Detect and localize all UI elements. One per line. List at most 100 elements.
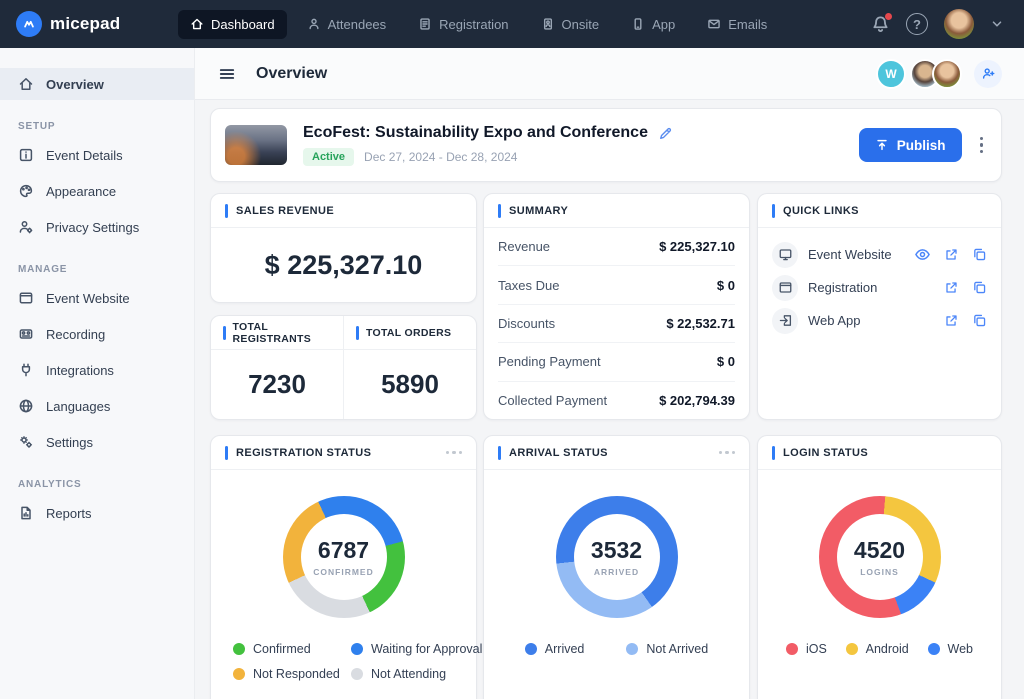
- legend-item: iOS: [786, 642, 827, 656]
- summary-value: $ 0: [716, 354, 735, 370]
- arrival-donut-chart: 3532 ARRIVED: [555, 496, 678, 618]
- sidebar-item-label: Event Website: [46, 290, 130, 306]
- summary-value: $ 22,532.71: [666, 315, 735, 331]
- copy-icon[interactable]: [972, 313, 987, 328]
- donut-center-label: CONFIRMED: [313, 567, 374, 577]
- badge-icon: [543, 18, 552, 30]
- copy-icon[interactable]: [972, 280, 987, 295]
- gears-icon: [20, 436, 33, 448]
- legend-item: Not Responded: [233, 667, 351, 681]
- nav-item-attendees[interactable]: Attendees: [295, 10, 399, 39]
- team-avatar-w[interactable]: W: [876, 58, 906, 89]
- legend-item: Waiting for Approval: [351, 642, 482, 656]
- donut-center-value: 6787: [317, 537, 370, 563]
- legend-label: Waiting for Approval: [371, 642, 483, 656]
- sidebar-section-analytics: ANALYTICS: [18, 479, 82, 490]
- login-status-card: LOGIN STATUS 4520 LOGINS iOS Android Web: [757, 435, 1002, 699]
- legend-label: Web: [947, 642, 973, 656]
- sidebar-item-recording[interactable]: Recording: [0, 319, 194, 349]
- nav-label: Attendees: [327, 16, 387, 32]
- add-user-button[interactable]: [974, 59, 1002, 88]
- sidebar-section-setup: SETUP: [18, 121, 56, 132]
- sidebar: Overview SETUP Event Details Appearance …: [0, 48, 195, 699]
- team-avatar-photo[interactable]: [932, 58, 962, 89]
- sidebar-item-settings[interactable]: Settings: [0, 427, 194, 457]
- accent-bar: [498, 445, 501, 460]
- nav-item-onsite[interactable]: Onsite: [529, 10, 612, 39]
- card-title: SUMMARY: [509, 204, 569, 217]
- card-more-menu[interactable]: [718, 450, 735, 455]
- donut-center-label: ARRIVED: [593, 567, 640, 577]
- event-dates: Dec 27, 2024 - Dec 28, 2024: [364, 150, 518, 164]
- legend-item: Not Attending: [351, 667, 482, 681]
- nav-label: Registration: [439, 16, 509, 32]
- legend-item: Android: [845, 642, 909, 656]
- nav-item-app[interactable]: App: [619, 10, 687, 39]
- user-icon: [309, 18, 319, 30]
- sidebar-item-event-details[interactable]: Event Details: [0, 140, 194, 170]
- nav-item-dashboard[interactable]: Dashboard: [178, 9, 287, 39]
- publish-button[interactable]: Publish: [858, 128, 962, 162]
- user-avatar[interactable]: [944, 9, 974, 39]
- legend-dot: [233, 668, 245, 680]
- browser-window-icon: [19, 292, 33, 304]
- brand[interactable]: micepad: [16, 11, 166, 37]
- event-header-card: EcoFest: Sustainability Expo and Confere…: [210, 108, 1002, 182]
- event-thumbnail[interactable]: [225, 125, 287, 165]
- chevron-down-icon[interactable]: [990, 17, 1004, 31]
- legend-dot: [626, 643, 639, 655]
- quick-link-label[interactable]: Web App: [808, 313, 861, 328]
- legend-label: Android: [865, 642, 909, 656]
- copy-icon[interactable]: [972, 247, 987, 262]
- notifications-bell-icon[interactable]: [871, 12, 892, 34]
- nav-item-registration[interactable]: Registration: [406, 10, 520, 39]
- menu-icon[interactable]: [218, 65, 236, 83]
- legend-item: Not Arrived: [626, 642, 708, 656]
- help-icon[interactable]: ?: [906, 13, 928, 35]
- page-title: Overview: [256, 64, 328, 82]
- sidebar-item-appearance[interactable]: Appearance: [0, 176, 194, 206]
- quick-link-web-app: Web App: [772, 304, 987, 337]
- sidebar-item-reports[interactable]: Reports: [0, 498, 194, 528]
- card-title: LOGIN STATUS: [783, 446, 869, 459]
- sales-revenue-value: $ 225,327.10: [264, 250, 423, 280]
- team-avatars: W: [876, 58, 1002, 89]
- legend-label: Arrived: [544, 642, 585, 656]
- edit-pencil-icon[interactable]: [658, 126, 673, 141]
- event-title: EcoFest: Sustainability Expo and Confere…: [303, 124, 648, 141]
- publish-label: Publish: [896, 137, 946, 153]
- card-title: QUICK LINKS: [783, 204, 859, 217]
- total-registrants: TOTAL REGISTRANTS 7230: [211, 316, 343, 419]
- user-gear-icon: [19, 221, 33, 234]
- sidebar-item-integrations[interactable]: Integrations: [0, 355, 194, 385]
- registration-form-icon: [420, 18, 430, 30]
- event-more-menu[interactable]: [976, 133, 988, 158]
- sidebar-item-overview[interactable]: Overview: [0, 68, 194, 100]
- quick-link-label[interactable]: Registration: [808, 280, 877, 295]
- sidebar-item-languages[interactable]: Languages: [0, 391, 194, 421]
- app-window: micepad Dashboard Attendees Registration…: [0, 0, 1024, 699]
- upload-icon: [877, 139, 887, 151]
- summary-label: Taxes Due: [498, 277, 560, 293]
- card-title: TOTAL REGISTRANTS: [232, 320, 312, 345]
- external-link-icon[interactable]: [944, 313, 959, 328]
- user-plus-icon: [982, 68, 994, 79]
- summary-value: $ 225,327.10: [659, 239, 735, 255]
- plug-icon: [21, 363, 31, 377]
- palette-icon: [19, 184, 33, 198]
- external-link-icon[interactable]: [944, 280, 959, 295]
- summary-row: Pending Payment $ 0: [498, 343, 735, 382]
- sidebar-item-privacy-settings[interactable]: Privacy Settings: [0, 212, 194, 242]
- globe-icon: [19, 399, 33, 413]
- login-legend: iOS Android Web: [758, 642, 1001, 656]
- card-title: REGISTRATION STATUS: [236, 446, 372, 459]
- nav-item-emails[interactable]: Emails: [695, 10, 779, 39]
- preview-eye-icon[interactable]: [914, 246, 931, 263]
- quick-link-label[interactable]: Event Website: [808, 247, 892, 262]
- external-link-icon[interactable]: [944, 247, 959, 262]
- home-icon: [191, 18, 203, 30]
- sidebar-item-event-website[interactable]: Event Website: [0, 283, 194, 313]
- card-more-menu[interactable]: [445, 450, 462, 455]
- summary-row: Discounts $ 22,532.71: [498, 305, 735, 344]
- registration-status-card: REGISTRATION STATUS 6787 CONFIRMED Confi…: [210, 435, 482, 699]
